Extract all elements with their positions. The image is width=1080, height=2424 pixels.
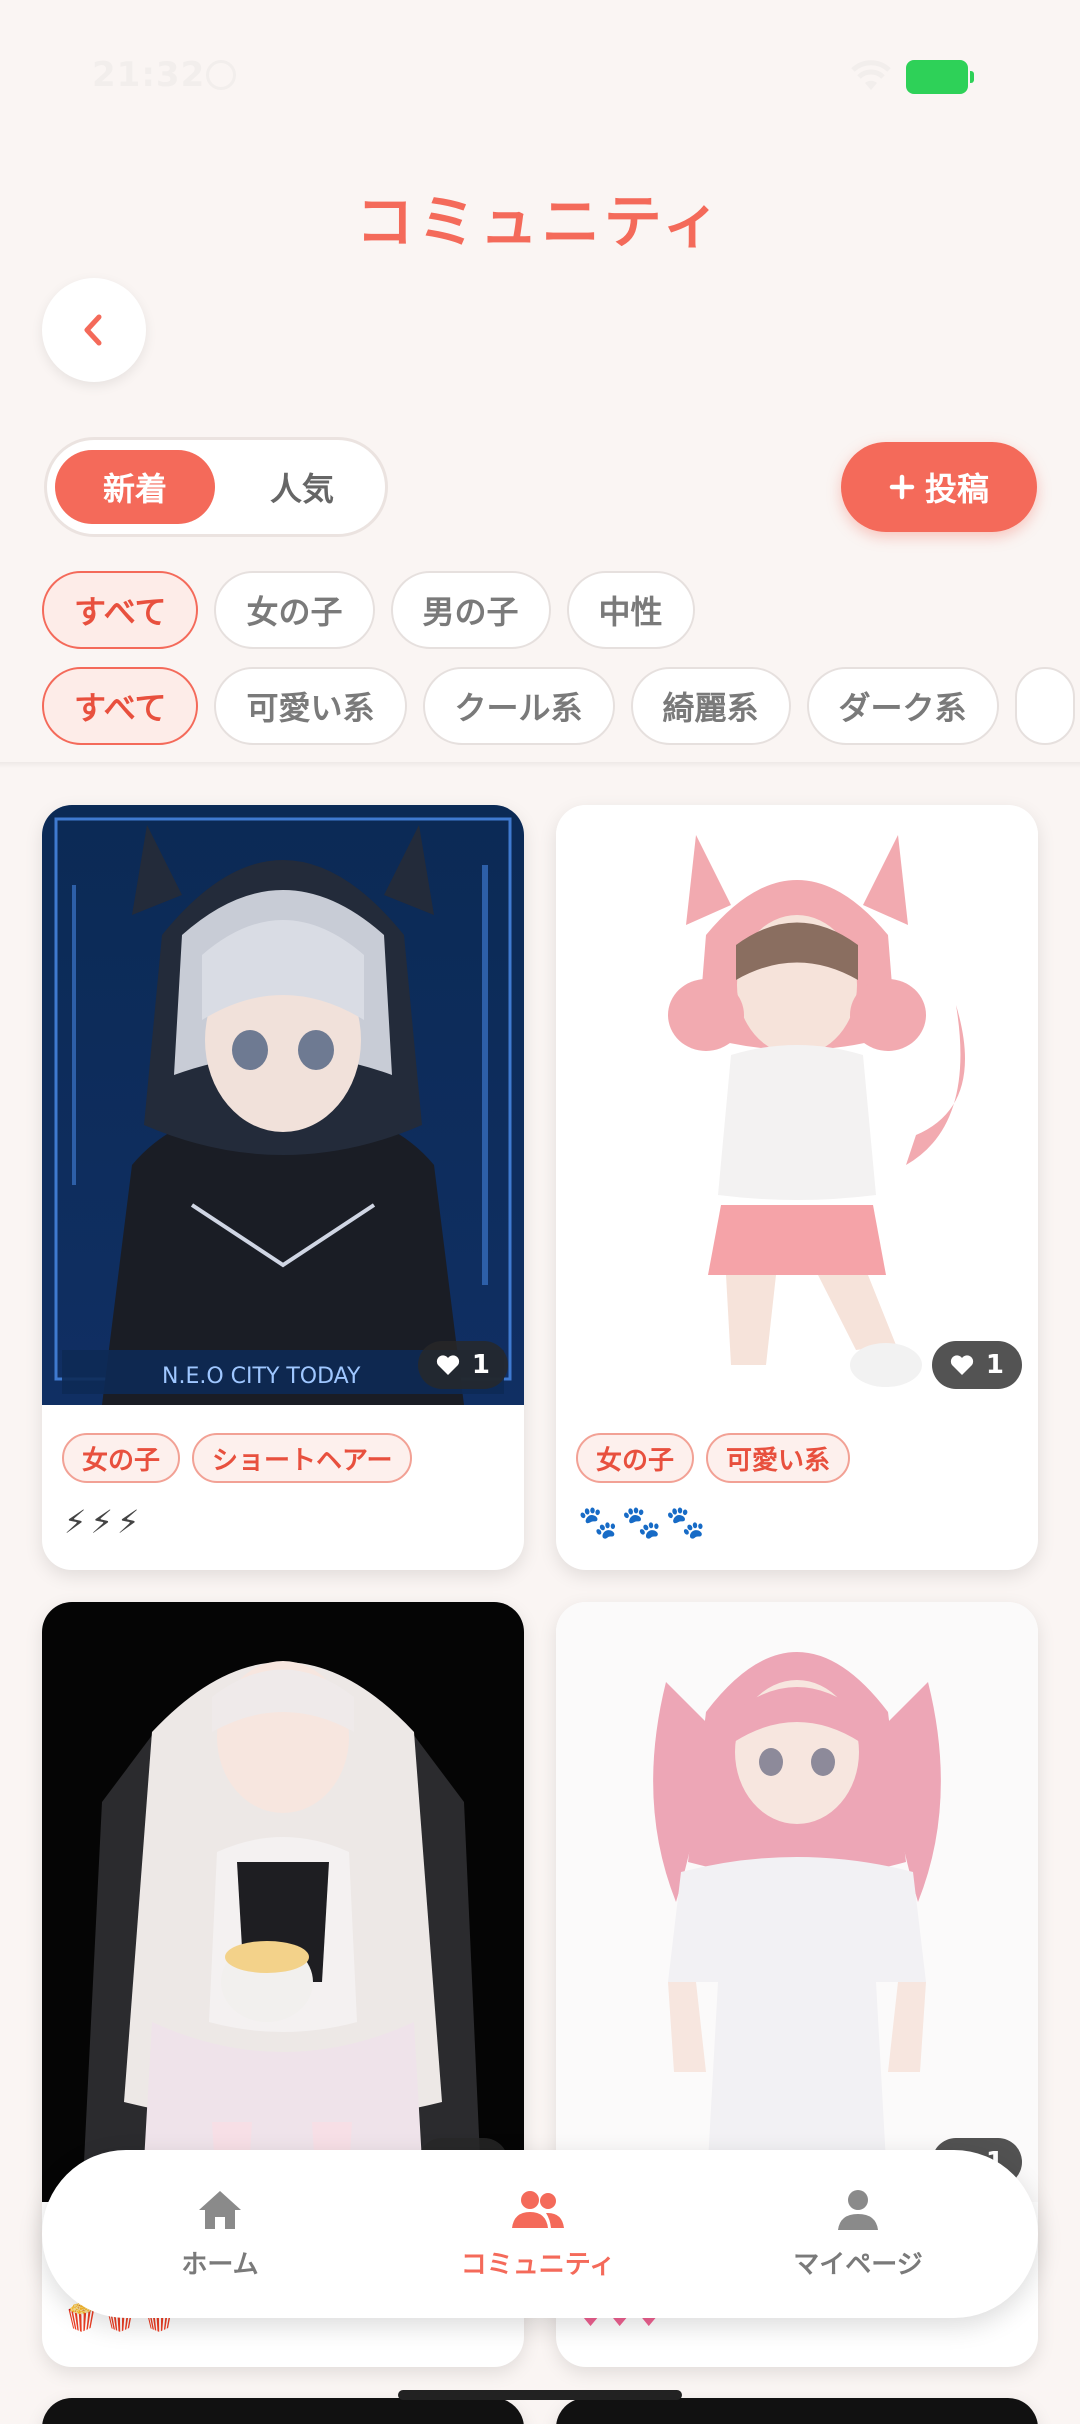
post-card[interactable] bbox=[42, 2398, 524, 2424]
nav-community-label: コミュニティ bbox=[460, 2250, 616, 2280]
home-icon bbox=[199, 2191, 241, 2229]
focus-mode-icon bbox=[206, 60, 236, 90]
people-icon bbox=[512, 2191, 564, 2228]
nav-home[interactable]: ホーム bbox=[110, 2188, 330, 2281]
style-chip-cute[interactable]: 可愛い系 bbox=[214, 667, 407, 745]
poster-text: N.E.O CITY TODAY bbox=[162, 1364, 361, 1389]
post-emoji: 🐾🐾🐾 bbox=[578, 1503, 710, 1541]
post-button-label: 投稿 bbox=[924, 470, 989, 508]
nav-home-label: ホーム bbox=[181, 2250, 259, 2280]
back-button[interactable] bbox=[42, 278, 146, 382]
style-chip-more[interactable] bbox=[1014, 667, 1075, 745]
like-badge[interactable]: 1 bbox=[417, 1341, 508, 1389]
header-divider bbox=[0, 762, 1080, 768]
like-badge[interactable]: 1 bbox=[931, 1341, 1022, 1389]
heart-icon bbox=[950, 1355, 974, 1375]
style-chip-cool[interactable]: クール系 bbox=[422, 667, 615, 745]
style-chip-all[interactable]: すべて bbox=[42, 667, 199, 745]
style-filter: すべて 可愛い系 クール系 綺麗系 ダーク系 bbox=[42, 667, 1075, 745]
tag: 可愛い系 bbox=[706, 1433, 851, 1483]
nav-mypage-label: マイページ bbox=[793, 2250, 923, 2280]
gender-chip-girl[interactable]: 女の子 bbox=[214, 571, 375, 649]
post-card[interactable]: N.E.O CITY TODAY 1 女の子 ショートヘアー ⚡⚡⚡ bbox=[42, 805, 524, 1570]
post-card[interactable]: 1 女の子 可愛い系 🐾🐾🐾 bbox=[556, 805, 1038, 1570]
chevron-left-icon bbox=[84, 314, 102, 346]
post-button[interactable]: 投稿 bbox=[841, 442, 1037, 532]
gender-chip-all[interactable]: すべて bbox=[42, 571, 199, 649]
post-emoji: ⚡⚡⚡ bbox=[64, 1503, 144, 1541]
bottom-nav: ホーム コミュニティ マイページ bbox=[42, 2150, 1038, 2318]
like-count: 1 bbox=[985, 1350, 1004, 1380]
gender-chip-neutral[interactable]: 中性 bbox=[566, 571, 695, 649]
sort-option-new[interactable]: 新着 bbox=[55, 450, 215, 524]
plus-icon bbox=[889, 474, 915, 500]
post-image: 1 bbox=[556, 1602, 1038, 2202]
post-card[interactable] bbox=[556, 2398, 1038, 2424]
tag: 女の子 bbox=[576, 1433, 695, 1483]
gender-chip-boy[interactable]: 男の子 bbox=[390, 571, 551, 649]
gender-filter: すべて 女の子 男の子 中性 bbox=[42, 571, 695, 649]
style-chip-pretty[interactable]: 綺麗系 bbox=[630, 667, 791, 745]
status-time: 21:32 bbox=[92, 55, 206, 95]
sort-option-popular[interactable]: 人気 bbox=[227, 450, 377, 524]
tag-list: 女の子 ショートヘアー bbox=[62, 1433, 413, 1483]
battery-icon bbox=[906, 60, 974, 94]
page-title: コミュニティ bbox=[355, 188, 725, 256]
nav-mypage[interactable]: マイページ bbox=[748, 2188, 968, 2281]
nav-community[interactable]: コミュニティ bbox=[428, 2188, 648, 2281]
like-count: 1 bbox=[471, 1350, 490, 1380]
tag: ショートヘアー bbox=[192, 1433, 413, 1483]
tag-list: 女の子 可愛い系 bbox=[576, 1433, 851, 1483]
wifi-icon bbox=[851, 60, 891, 90]
post-image: 1 bbox=[556, 805, 1038, 1405]
heart-icon bbox=[436, 1355, 460, 1375]
sort-toggle: 新着 人気 bbox=[44, 437, 388, 537]
post-image: N.E.O CITY TODAY 1 bbox=[42, 805, 524, 1405]
person-icon bbox=[838, 2190, 878, 2230]
status-bar: 21:32 bbox=[0, 0, 1080, 150]
style-chip-dark[interactable]: ダーク系 bbox=[806, 667, 999, 745]
post-image: 1 bbox=[42, 1602, 524, 2202]
tag: 女の子 bbox=[62, 1433, 181, 1483]
home-indicator[interactable] bbox=[398, 2390, 682, 2400]
